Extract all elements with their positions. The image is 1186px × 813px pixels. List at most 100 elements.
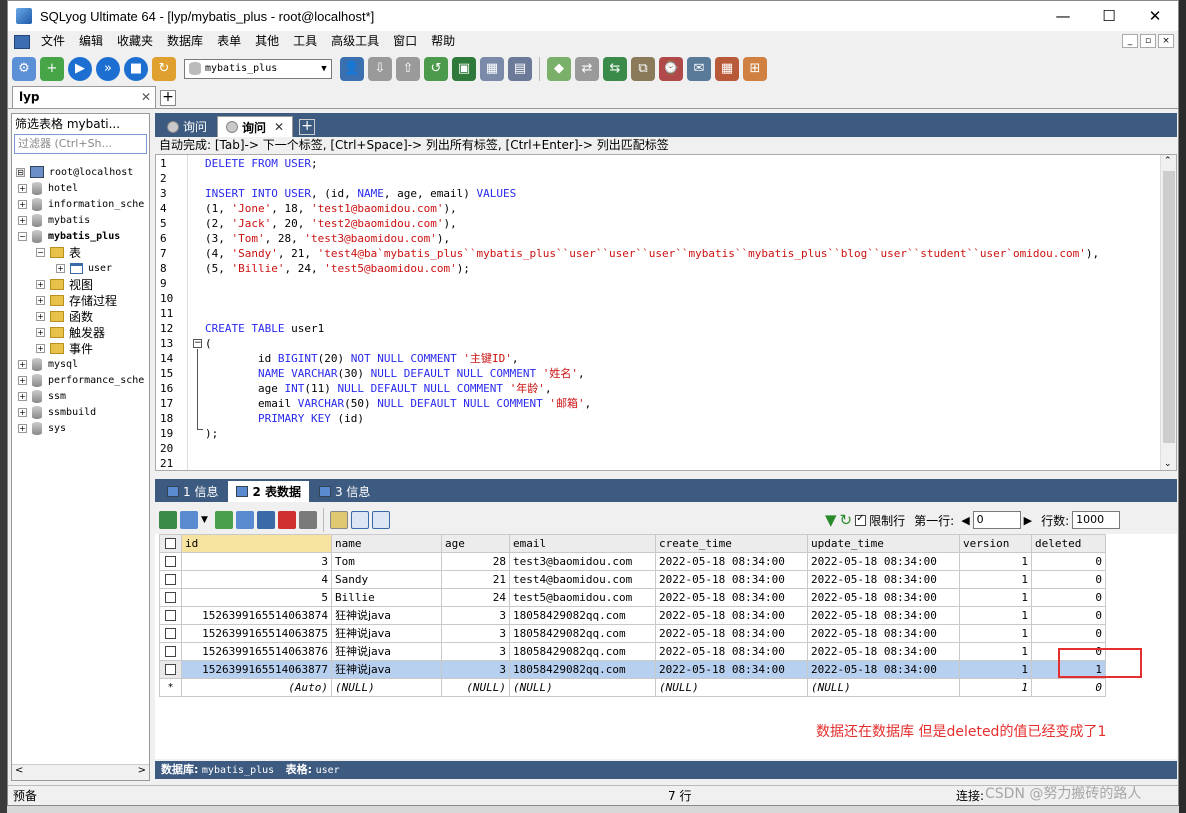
menu-item[interactable]: 表单 xyxy=(210,31,248,52)
table-row[interactable]: 1526399165514063876 狂神说java 3 18058429082qq… xyxy=(159,642,1106,661)
table-cell[interactable]: 2022-05-18 08:34:00 xyxy=(655,570,808,589)
table-cell[interactable]: 2022-05-18 08:34:00 xyxy=(655,588,808,607)
expand-icon[interactable]: + xyxy=(36,343,45,353)
table-cell[interactable]: 18058429082qq.com xyxy=(509,642,656,661)
next-page-icon[interactable]: ▶ xyxy=(1024,514,1032,527)
column-header[interactable]: deleted xyxy=(1031,534,1106,553)
table-cell[interactable]: 2022-05-18 08:34:00 xyxy=(655,606,808,625)
collapse-icon[interactable]: − xyxy=(18,231,27,241)
import-grid-icon[interactable] xyxy=(180,511,198,529)
sync-icon[interactable]: ◆ xyxy=(547,56,571,81)
table-cell[interactable]: 狂神说java xyxy=(331,624,442,643)
column-header[interactable]: version xyxy=(959,534,1032,553)
new-row-marker[interactable]: * xyxy=(159,678,182,697)
column-header[interactable]: id xyxy=(181,534,332,553)
table-cell[interactable]: (NULL) xyxy=(331,678,442,697)
table-cell[interactable]: 2022-05-18 08:34:00 xyxy=(655,552,808,571)
scroll-up-icon[interactable]: ⌃ xyxy=(1164,156,1172,166)
query-tab[interactable]: 询问 xyxy=(159,116,215,137)
table-cell[interactable]: 18058429082qq.com xyxy=(509,660,656,679)
table-cell[interactable]: 0 xyxy=(1031,624,1106,643)
table-cell[interactable]: (NULL) xyxy=(807,678,960,697)
tree-node[interactable]: + 触发器 xyxy=(36,324,105,340)
menu-item[interactable]: 收藏夹 xyxy=(110,31,160,52)
insert-row-icon[interactable] xyxy=(214,511,233,529)
grid-view-icon[interactable] xyxy=(329,511,348,529)
table-cell[interactable]: (NULL) xyxy=(655,678,808,697)
expand-icon[interactable]: + xyxy=(18,215,27,225)
scroll-left-icon[interactable]: < xyxy=(15,765,23,776)
table-cell[interactable]: (NULL) xyxy=(441,678,510,697)
table-row[interactable]: 3 Tom 28 test3@baomidou.com 2022-05-18 08:34… xyxy=(159,552,1106,571)
tree-node[interactable]: + performance_sche xyxy=(18,372,144,388)
table-cell[interactable]: 2022-05-18 08:34:00 xyxy=(807,642,960,661)
cancel-changes-icon[interactable] xyxy=(298,511,317,529)
menu-item[interactable]: 工具 xyxy=(286,31,324,52)
table-row[interactable]: 1526399165514063875 狂神说java 3 18058429082qq… xyxy=(159,624,1106,643)
table-diagnostics-icon[interactable]: ▦ xyxy=(715,56,739,81)
column-header[interactable]: name xyxy=(331,534,442,553)
table-cell[interactable]: 28 xyxy=(441,552,510,571)
mdi-minimize-button[interactable]: _ xyxy=(1122,34,1138,48)
table-cell[interactable]: 2022-05-18 08:34:00 xyxy=(807,606,960,625)
table-cell[interactable]: 2022-05-18 08:34:00 xyxy=(807,660,960,679)
expand-icon[interactable]: + xyxy=(36,279,45,289)
table-cell[interactable]: 21 xyxy=(441,570,510,589)
filter-input[interactable]: 过滤器 (Ctrl+Sh... xyxy=(14,134,147,154)
connection-tab[interactable]: lyp ✕ xyxy=(12,86,156,108)
table-cell[interactable]: 3 xyxy=(181,552,332,571)
table-cell[interactable]: 2022-05-18 08:34:00 xyxy=(807,588,960,607)
table-cell[interactable]: 1526399165514063877 xyxy=(181,660,332,679)
tree-node[interactable]: + 事件 xyxy=(36,340,93,356)
query-builder-icon[interactable]: ▤ xyxy=(508,56,532,81)
table-cell[interactable]: test5@baomidou.com xyxy=(509,588,656,607)
column-header[interactable]: age xyxy=(441,534,510,553)
new-connection-icon[interactable]: ⚙ xyxy=(12,56,36,81)
table-cell[interactable]: test3@baomidou.com xyxy=(509,552,656,571)
expand-icon[interactable]: + xyxy=(56,263,65,273)
table-cell[interactable]: 1 xyxy=(959,678,1032,697)
table-cell[interactable]: 24 xyxy=(441,588,510,607)
first-row-input[interactable]: 0 xyxy=(972,511,1021,529)
table-cell[interactable]: Tom xyxy=(331,552,442,571)
tree-node[interactable]: ⊟ root@localhost xyxy=(16,164,133,180)
table-cell[interactable]: 18058429082qq.com xyxy=(509,624,656,643)
expand-icon[interactable]: + xyxy=(18,407,27,417)
table-cell[interactable]: 0 xyxy=(1031,606,1106,625)
new-connection-tab-button[interactable]: + xyxy=(160,90,176,106)
menu-item[interactable]: 数据库 xyxy=(160,31,210,52)
expand-icon[interactable]: + xyxy=(18,199,27,209)
expand-icon[interactable]: + xyxy=(18,391,27,401)
result-tab[interactable]: 3 信息 xyxy=(311,481,378,502)
table-row[interactable]: 5 Billie 24 test5@baomidou.com 2022-05-18 08… xyxy=(159,588,1106,607)
new-query-tab-button[interactable]: + xyxy=(299,119,316,135)
table-cell[interactable]: 1526399165514063876 xyxy=(181,642,332,661)
row-checkbox[interactable] xyxy=(159,606,182,625)
database-select[interactable]: mybatis_plus ▼ xyxy=(184,58,332,79)
duplicate-row-icon[interactable] xyxy=(235,511,254,529)
row-checkbox[interactable] xyxy=(159,588,182,607)
schema-designer-icon[interactable]: ▦ xyxy=(480,56,504,81)
menu-item[interactable]: 文件 xyxy=(34,31,72,52)
row-checkbox[interactable] xyxy=(159,642,182,661)
tree-node[interactable]: + sys xyxy=(18,420,66,436)
schema-tree-icon[interactable]: ⊞ xyxy=(743,56,767,81)
job-agent-icon[interactable]: ⌚ xyxy=(659,56,683,81)
table-cell[interactable]: 1526399165514063874 xyxy=(181,606,332,625)
table-row[interactable]: 1526399165514063877 狂神说java 3 18058429082qq… xyxy=(159,660,1106,679)
expand-icon[interactable]: + xyxy=(36,327,45,337)
table-cell[interactable]: test4@baomidou.com xyxy=(509,570,656,589)
table-cell[interactable]: 2022-05-18 08:34:00 xyxy=(807,624,960,643)
sidebar-h-scrollbar[interactable]: < > xyxy=(12,764,149,780)
table-cell[interactable]: 狂神说java xyxy=(331,606,442,625)
table-cell[interactable]: 3 xyxy=(441,642,510,661)
editor-v-scrollbar[interactable]: ⌃ ⌄ xyxy=(1160,155,1176,470)
export-grid-icon[interactable] xyxy=(159,511,177,529)
close-tab-icon[interactable]: ✕ xyxy=(274,120,284,134)
scroll-right-icon[interactable]: > xyxy=(138,765,146,776)
new-connection-plus-icon[interactable]: + xyxy=(40,56,64,81)
filter-icon[interactable]: ▼ xyxy=(825,511,837,529)
user-manager-icon[interactable]: 👤 xyxy=(340,56,364,81)
expand-icon[interactable]: + xyxy=(18,375,27,385)
maximize-button[interactable]: ☐ xyxy=(1086,1,1132,31)
